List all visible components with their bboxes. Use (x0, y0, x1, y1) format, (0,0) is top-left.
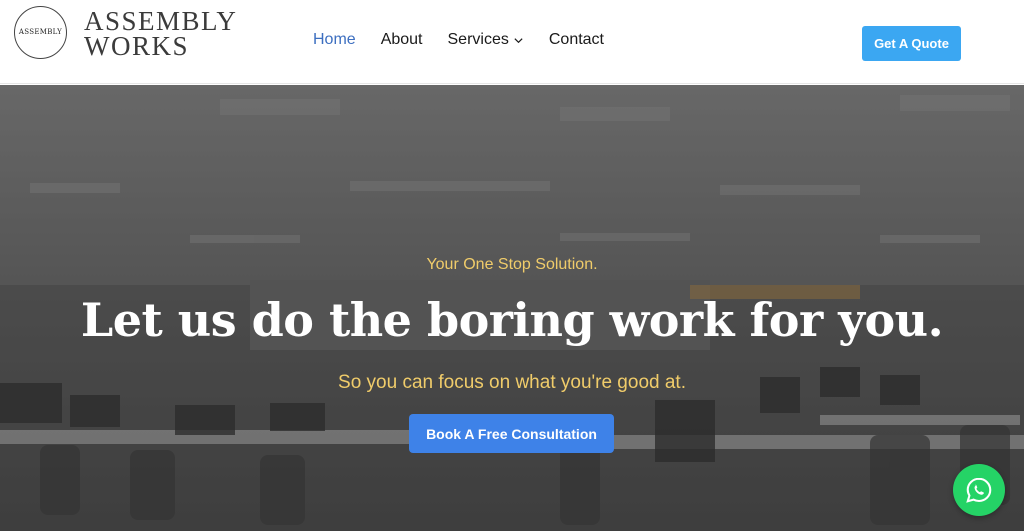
hero-title: Let us do the boring work for you. (80, 293, 944, 347)
whatsapp-button[interactable] (953, 464, 1005, 516)
hero-section: Your One Stop Solution. Let us do the bo… (0, 85, 1024, 531)
logo-wordmark: ASSEMBLY WORKS (84, 8, 237, 61)
logo-badge-text: ASSEMBLY (18, 28, 63, 36)
nav-about[interactable]: About (381, 31, 423, 49)
nav-services[interactable]: Services (448, 31, 524, 49)
whatsapp-icon (966, 477, 992, 503)
book-consultation-button[interactable]: Book A Free Consultation (409, 414, 614, 453)
nav-home[interactable]: Home (313, 31, 356, 49)
hero-subtitle: So you can focus on what you're good at. (338, 372, 686, 393)
nav-services-label: Services (447, 31, 509, 48)
site-header: ASSEMBLY ASSEMBLY WORKS Home About Servi… (0, 0, 1024, 84)
get-a-quote-button[interactable]: Get A Quote (862, 26, 961, 61)
logo-line-2: WORKS (84, 31, 190, 61)
hero-eyebrow: Your One Stop Solution. (426, 256, 598, 273)
nav-contact[interactable]: Contact (549, 31, 604, 49)
main-nav: Home About Services Contact (313, 31, 629, 49)
chevron-down-icon (514, 37, 523, 43)
logo-badge: ASSEMBLY (14, 5, 67, 59)
site-logo[interactable]: ASSEMBLY ASSEMBLY WORKS (14, 5, 237, 61)
